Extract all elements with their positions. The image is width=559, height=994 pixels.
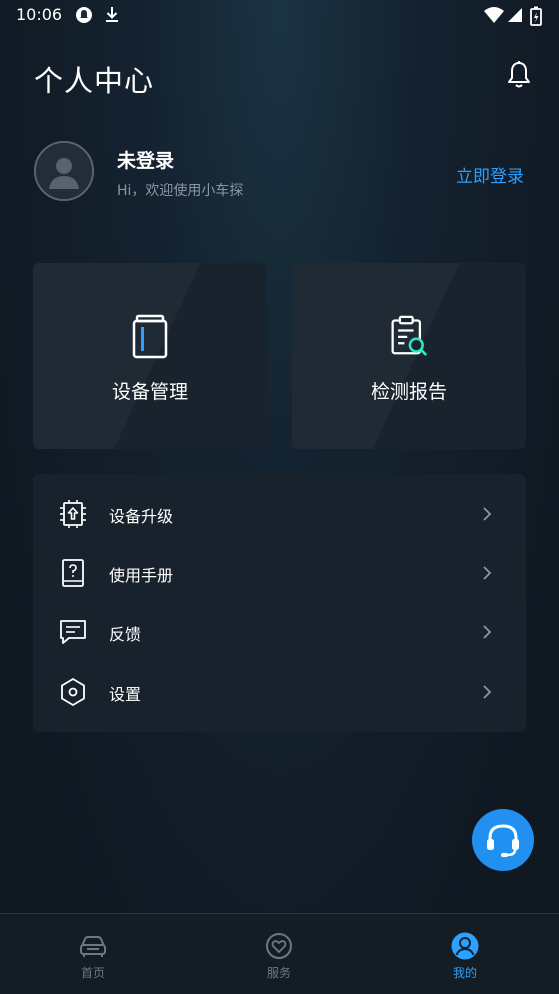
inspection-report-card[interactable]: 检测报告 xyxy=(292,263,526,449)
menu-item-feedback[interactable]: 反馈 xyxy=(33,602,526,662)
signal-icon xyxy=(508,8,522,22)
inspection-report-label: 检测报告 xyxy=(370,381,447,403)
nav-item-service[interactable]: 服务 xyxy=(186,914,372,994)
user-avatar-icon xyxy=(36,143,92,199)
nav-item-mine[interactable]: 我的 xyxy=(372,914,558,994)
menu-item-user-manual[interactable]: 使用手册 xyxy=(33,543,526,603)
page-title: 个人中心 xyxy=(34,64,155,98)
status-bar: 10:06 xyxy=(0,0,559,32)
report-clipboard-icon xyxy=(391,315,427,356)
nav-label-home: 首页 xyxy=(80,966,105,980)
battery-icon xyxy=(530,6,542,26)
menu-label-device-upgrade: 设备升级 xyxy=(109,507,174,526)
chevron-right-icon xyxy=(483,507,492,521)
device-management-card[interactable]: 设备管理 xyxy=(33,263,267,449)
nav-label-mine: 我的 xyxy=(452,966,477,980)
settings-hexagon-icon xyxy=(61,678,85,706)
status-time: 10:06 xyxy=(16,5,63,24)
welcome-text: Hi，欢迎使用小车探 xyxy=(117,183,244,199)
chevron-right-icon xyxy=(483,685,492,699)
customer-service-button[interactable] xyxy=(472,809,534,871)
notification-icon xyxy=(76,7,92,23)
bell-icon[interactable] xyxy=(506,60,532,90)
nav-label-service: 服务 xyxy=(266,966,291,980)
wifi-icon xyxy=(484,7,504,23)
device-battery-icon xyxy=(132,314,168,359)
menu-label-feedback: 反馈 xyxy=(109,625,142,644)
menu-list: 设备升级 使用手册 反馈 设置 xyxy=(33,474,526,732)
menu-item-device-upgrade[interactable]: 设备升级 xyxy=(33,484,526,544)
avatar[interactable] xyxy=(34,141,94,201)
user-circle-icon xyxy=(451,932,479,960)
menu-label-user-manual: 使用手册 xyxy=(109,566,174,585)
device-management-label: 设备管理 xyxy=(111,381,188,403)
chip-upgrade-icon xyxy=(60,500,86,528)
menu-label-settings: 设置 xyxy=(109,685,142,704)
chevron-right-icon xyxy=(483,566,492,580)
heart-circle-icon xyxy=(266,933,292,959)
feedback-chat-icon xyxy=(60,620,86,644)
user-name[interactable]: 未登录 xyxy=(117,146,174,173)
download-icon xyxy=(106,7,118,22)
manual-book-icon xyxy=(62,559,84,587)
chevron-right-icon xyxy=(483,625,492,639)
nav-item-home[interactable]: 首页 xyxy=(0,914,186,994)
car-icon xyxy=(80,936,106,957)
menu-item-settings[interactable]: 设置 xyxy=(33,662,526,722)
login-link[interactable]: 立即登录 xyxy=(456,162,524,187)
bottom-nav: 首页 服务 我的 xyxy=(0,913,559,994)
headset-icon xyxy=(487,824,519,857)
